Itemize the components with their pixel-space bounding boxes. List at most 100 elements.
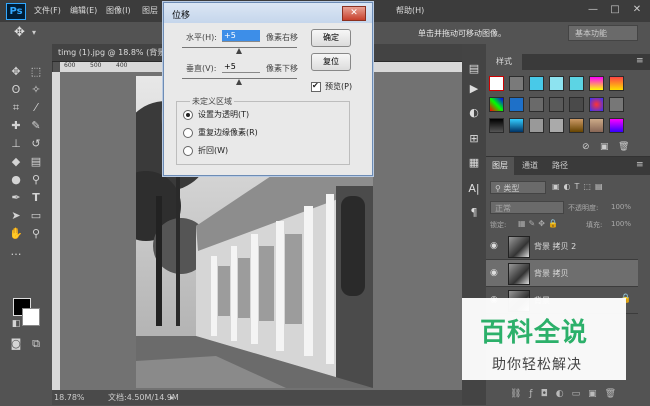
shape-tool-icon[interactable]: ▭ — [28, 208, 44, 224]
actions-panel-icon[interactable]: ▶ — [465, 80, 483, 98]
style-swatch[interactable] — [589, 76, 604, 91]
trash-icon[interactable]: 🗑 — [618, 142, 629, 152]
workspace-select[interactable]: 基本功能 — [568, 25, 638, 41]
move-tool-icon[interactable]: ✥ — [14, 25, 25, 40]
menu-help[interactable]: 帮助(H) — [396, 5, 424, 16]
blur-tool-icon[interactable]: ● — [8, 172, 24, 188]
horizontal-input[interactable] — [222, 30, 260, 42]
hand-tool-icon[interactable]: ✋ — [8, 226, 24, 242]
default-colors-icon[interactable]: ◧ — [8, 316, 24, 332]
dialog-titlebar[interactable]: 位移 ✕ — [164, 3, 372, 23]
maximize-button[interactable]: □ — [608, 4, 622, 16]
fill-value[interactable]: 100% — [611, 220, 631, 228]
history-brush-icon[interactable]: ↺ — [28, 136, 44, 152]
style-swatch[interactable] — [549, 76, 564, 91]
style-swatch[interactable] — [509, 97, 524, 112]
menu-layer[interactable]: 图层 — [142, 5, 158, 16]
lasso-tool-icon[interactable]: ʘ — [8, 82, 24, 98]
pen-tool-icon[interactable]: ✒ — [8, 190, 24, 206]
style-swatch[interactable] — [489, 97, 504, 112]
vertical-input[interactable] — [222, 61, 260, 73]
eye-icon[interactable]: ◉ — [490, 241, 498, 251]
dodge-tool-icon[interactable]: ⚲ — [28, 172, 44, 188]
layer-actions-icons[interactable]: ⛓ƒ◘◐▭▣🗑 — [510, 389, 624, 399]
opacity-value[interactable]: 100% — [611, 203, 631, 211]
blend-mode-select[interactable]: 正常 — [490, 201, 564, 214]
preview-checkbox[interactable]: ✔ — [311, 81, 321, 92]
brush-tool-icon[interactable]: ✎ — [28, 118, 44, 134]
style-swatch[interactable] — [569, 118, 584, 133]
minimize-button[interactable]: — — [586, 4, 600, 16]
style-swatch[interactable] — [489, 76, 504, 91]
crop-tool-icon[interactable]: ⌗ — [8, 100, 24, 116]
style-swatch[interactable] — [569, 97, 584, 112]
style-swatch[interactable] — [489, 118, 504, 133]
option-set-transparent[interactable]: 设置为透明(T) — [198, 109, 249, 120]
menu-image[interactable]: 图像(I) — [106, 5, 131, 16]
menu-edit[interactable]: 编辑(E) — [70, 5, 97, 16]
eye-icon[interactable]: ◉ — [490, 268, 498, 278]
style-swatch[interactable] — [549, 118, 564, 133]
more-tools-icon[interactable]: … — [8, 244, 24, 260]
style-swatch[interactable] — [609, 97, 624, 112]
radio-set-transparent[interactable] — [183, 110, 193, 120]
eyedropper-icon[interactable]: ⁄ — [28, 100, 44, 116]
zoom-level[interactable]: 18.78% — [54, 390, 85, 405]
history-panel-icon[interactable]: ▤ — [465, 60, 483, 78]
new-style-icon[interactable]: ▣ — [600, 142, 609, 152]
gradient-tool-icon[interactable]: ▤ — [28, 154, 44, 170]
tab-channels[interactable]: 通道 — [516, 157, 544, 175]
style-swatch[interactable] — [529, 97, 544, 112]
menu-file[interactable]: 文件(F) — [34, 5, 61, 16]
chevron-right-icon[interactable]: ▸ — [170, 390, 174, 405]
style-swatch[interactable] — [529, 76, 544, 91]
quick-mask-icon[interactable]: ◙ — [8, 336, 24, 352]
tab-layers[interactable]: 图层 — [486, 157, 514, 175]
zoom-tool-icon[interactable]: ⚲ — [28, 226, 44, 242]
style-swatch[interactable] — [609, 76, 624, 91]
radio-repeat-edge[interactable] — [183, 128, 193, 138]
layer-row-selected[interactable]: ◉ 背景 拷贝 — [486, 260, 638, 287]
style-swatch[interactable] — [509, 76, 524, 91]
no-style-icon[interactable]: ⊘ — [582, 142, 590, 152]
filter-icons[interactable]: ▣◐T⬚▤ — [552, 182, 607, 191]
magic-wand-icon[interactable]: ✧ — [28, 82, 44, 98]
option-repeat-edge[interactable]: 重复边缘像素(R) — [198, 127, 258, 138]
type-tool-icon[interactable]: T — [28, 190, 44, 206]
style-swatch[interactable] — [509, 118, 524, 133]
close-icon[interactable]: ✕ — [342, 6, 366, 21]
lock-icons[interactable]: ▦✎✥🔒 — [518, 219, 561, 228]
paragraph-panel-icon[interactable]: ¶ — [465, 204, 483, 222]
chevron-down-icon[interactable]: ▾ — [32, 28, 36, 37]
radio-wrap-around[interactable] — [183, 146, 193, 156]
screen-mode-icon[interactable]: ⧉ — [28, 336, 44, 352]
style-swatch[interactable] — [549, 97, 564, 112]
layer-row[interactable]: ◉ 背景 拷贝 2 — [486, 233, 638, 260]
panel-menu-icon[interactable]: ≡ — [636, 56, 644, 66]
healing-brush-icon[interactable]: ✚ — [8, 118, 24, 134]
close-button[interactable]: ✕ — [630, 4, 644, 16]
adjust-panel-icon[interactable]: ◐ — [465, 104, 483, 122]
marquee-tool-icon[interactable]: ⬚ — [28, 64, 44, 80]
style-swatch[interactable] — [589, 118, 604, 133]
background-color-swatch[interactable] — [22, 308, 40, 326]
swatches-panel-icon[interactable]: ▦ — [465, 154, 483, 172]
path-select-icon[interactable]: ➤ — [8, 208, 24, 224]
properties-panel-icon[interactable]: ⊞ — [465, 130, 483, 148]
reset-button[interactable]: 复位 — [311, 53, 351, 71]
ok-button[interactable]: 确定 — [311, 29, 351, 47]
option-wrap-around[interactable]: 折回(W) — [198, 145, 228, 156]
style-swatch[interactable] — [589, 97, 604, 112]
move-tool-icon[interactable]: ✥ — [8, 64, 24, 80]
layer-filter-select[interactable]: ⚲ 类型 — [490, 181, 546, 194]
style-swatch[interactable] — [529, 118, 544, 133]
vertical-slider-knob[interactable] — [236, 79, 242, 85]
style-swatch[interactable] — [609, 118, 624, 133]
panel-menu-icon[interactable]: ≡ — [636, 160, 644, 170]
clone-stamp-icon[interactable]: ⊥ — [8, 136, 24, 152]
horizontal-slider-knob[interactable] — [236, 48, 242, 54]
style-swatch[interactable] — [569, 76, 584, 91]
tab-styles[interactable]: 样式 — [486, 54, 522, 70]
tab-paths[interactable]: 路径 — [546, 157, 574, 175]
eraser-icon[interactable]: ◆ — [8, 154, 24, 170]
